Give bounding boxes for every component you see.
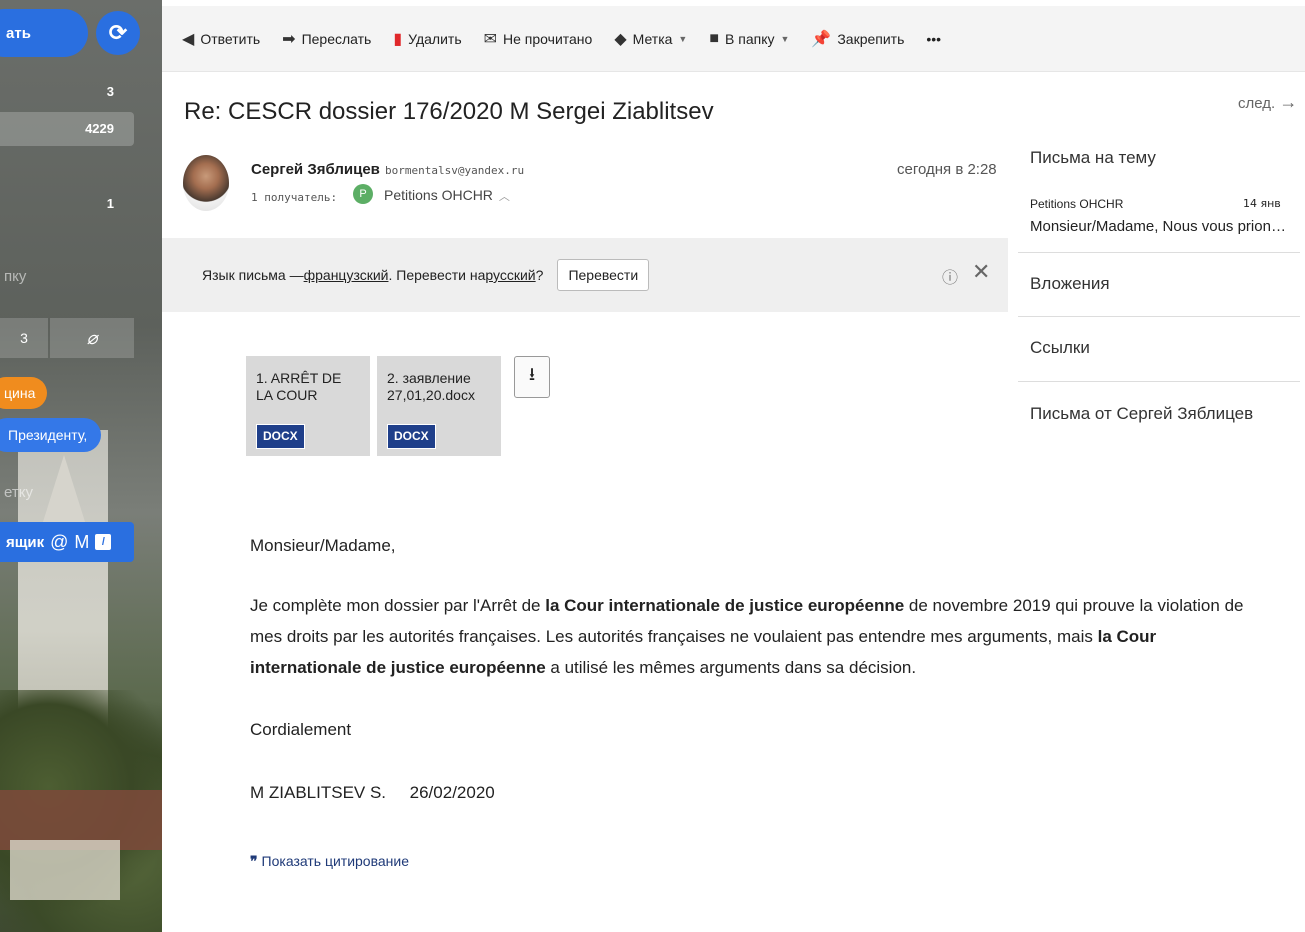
- sender-name[interactable]: Сергей Зяблицев: [251, 161, 380, 178]
- attachment-card[interactable]: 1. ARRÊT DE LA COUR (grande chambre) DOC…: [246, 356, 370, 456]
- refresh-icon: ⟳: [108, 20, 128, 45]
- attachment-type-badge: DOCX: [256, 424, 305, 449]
- recipient-name[interactable]: Petitions OHCHR ︿: [384, 187, 510, 204]
- message-subject: Re: CESCR dossier 176/2020 M Sergei Ziab…: [184, 98, 714, 125]
- forward-button[interactable]: ➡ Переслать: [282, 29, 371, 49]
- recipients-label: 1 получатель:: [251, 191, 338, 204]
- envelope-icon: ✉: [483, 30, 498, 48]
- body-closing: Cordialement: [250, 720, 352, 739]
- left-sidebar: ать ⟳ 3 4229 1 пку 3 ⌀ цина Президенту, …: [0, 0, 162, 932]
- compose-button[interactable]: ать: [0, 9, 88, 57]
- trash-icon: ▮: [393, 30, 403, 48]
- attachments-section-title[interactable]: Вложения: [1030, 274, 1110, 294]
- thread-section-title[interactable]: Письма на тему: [1030, 148, 1156, 168]
- sidebar-tag-blue[interactable]: Президенту,: [0, 418, 102, 452]
- thread-item-snippet[interactable]: Monsieur/Madame, Nous vous prions ...: [1030, 218, 1290, 235]
- recipient-avatar: P: [353, 184, 373, 204]
- chevron-up-icon[interactable]: ︿: [499, 191, 510, 203]
- divider: [1018, 316, 1300, 317]
- translate-middle: . Перевести на: [388, 267, 486, 283]
- thread-item-from[interactable]: Petitions OHCHR: [1030, 197, 1123, 211]
- move-to-folder-button[interactable]: ■ В папку ▼: [709, 30, 789, 48]
- next-message-link[interactable]: след. →: [1238, 92, 1297, 113]
- translation-bar: Язык письма — французский. Перевести на …: [162, 238, 1008, 312]
- show-quote-link[interactable]: ❞ Показать цитирование: [250, 853, 409, 870]
- arrow-right-icon: →: [1279, 92, 1298, 112]
- sender-email[interactable]: bormentalsv@yandex.ru: [385, 164, 524, 177]
- close-icon[interactable]: ✕: [972, 259, 990, 285]
- refresh-button[interactable]: ⟳: [96, 11, 140, 55]
- links-section-title[interactable]: Ссылки: [1030, 338, 1090, 358]
- label-button[interactable]: ◆ Метка ▼: [614, 29, 687, 49]
- mailbox-label: ящик: [6, 533, 45, 551]
- sidebar-tag-orange[interactable]: цина: [0, 377, 48, 409]
- attachment-card[interactable]: 2. заявление 27,01,20.docx DOCX: [377, 356, 501, 456]
- sender-avatar[interactable]: [183, 155, 229, 211]
- info-icon[interactable]: ⓘ: [942, 264, 958, 288]
- attachment-type-badge: DOCX: [387, 424, 436, 449]
- attachment-name: 1. ARRÊT DE LA COUR (grande chambre): [256, 370, 342, 403]
- download-icon: ⭳: [528, 364, 536, 384]
- body-paragraph: Je complète mon dossier par l'Arrêt de l…: [250, 596, 1244, 677]
- translate-button[interactable]: Перевести: [557, 259, 650, 291]
- folder-count-other: 1: [106, 196, 114, 211]
- from-sender-section-title[interactable]: Письма от Сергей Зяблицев: [1030, 404, 1253, 424]
- sidebar-item-new-label[interactable]: етку: [4, 484, 33, 501]
- reply-button[interactable]: ◀ Ответить: [182, 29, 260, 49]
- body-signature: M ZIABLITSEV S. 26/02/2020: [250, 783, 495, 802]
- background-spire: [42, 455, 86, 525]
- thread-item-date: 14 янв: [1243, 197, 1281, 210]
- more-icon: •••: [926, 30, 942, 47]
- paperclip-icon: ⌀: [86, 327, 98, 348]
- sidebar-filter-count[interactable]: 3: [0, 318, 48, 358]
- folder-count-total: 4229: [85, 121, 114, 136]
- gmail-icon[interactable]: M: [74, 532, 89, 553]
- translate-suffix: ?: [535, 267, 544, 283]
- caret-down-icon: ▼: [780, 33, 790, 44]
- source-language-link[interactable]: французский: [304, 267, 389, 283]
- body-greeting: Monsieur/Madame,: [250, 536, 396, 555]
- reply-icon: ◀: [182, 30, 195, 48]
- mark-unread-button[interactable]: ✉ Не прочитано: [484, 29, 593, 49]
- message-date: сегодня в 2:28: [897, 161, 997, 178]
- background-house: [10, 840, 120, 900]
- sidebar-mailbox-row[interactable]: ящик @ M /: [0, 522, 134, 562]
- translate-prefix: Язык письма —: [202, 267, 304, 283]
- at-icon[interactable]: @: [50, 532, 68, 553]
- caret-down-icon: ▼: [678, 33, 688, 44]
- folder-count-inbox: 3: [106, 84, 114, 99]
- divider: [1018, 252, 1300, 253]
- message-toolbar: ◀ Ответить ➡ Переслать ▮ Удалить ✉ Не прочит…: [162, 0, 1305, 72]
- edit-icon[interactable]: /: [95, 534, 112, 550]
- folder-icon: ■: [709, 29, 720, 47]
- pin-button[interactable]: 📌 Закрепить: [811, 29, 904, 49]
- sidebar-filter-attachments[interactable]: ⌀: [50, 318, 134, 358]
- quote-icon: ❞: [250, 853, 258, 869]
- attachment-name: 2. заявление 27,01,20.docx: [387, 370, 475, 403]
- tag-icon: ◆: [614, 30, 627, 48]
- delete-button[interactable]: ▮ Удалить: [393, 29, 461, 49]
- pin-icon: 📌: [811, 30, 832, 48]
- more-button[interactable]: •••: [926, 31, 941, 47]
- download-all-button[interactable]: ⭳: [514, 356, 550, 398]
- sidebar-item-new-folder[interactable]: пку: [4, 268, 26, 285]
- divider: [1018, 381, 1300, 382]
- forward-icon: ➡: [282, 30, 296, 48]
- target-language-link[interactable]: русский: [485, 267, 535, 283]
